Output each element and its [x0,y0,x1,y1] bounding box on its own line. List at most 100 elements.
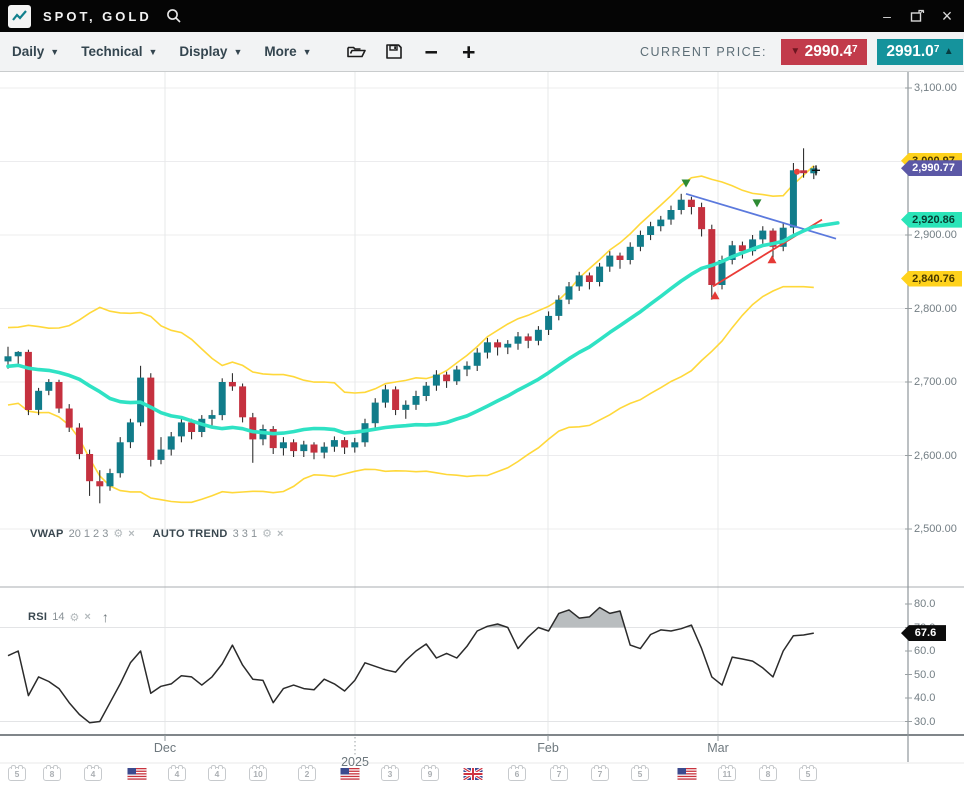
search-icon[interactable] [166,8,182,24]
price-chart-canvas[interactable] [0,0,964,788]
calendar-day-label: 7 [591,767,609,781]
time-axis-label-dec: Dec [154,741,176,755]
bid-price-badge: ▼ 2990.47 [781,39,867,65]
calendar-day-label: 9 [421,767,439,781]
calendar-event-icon[interactable]: 4 [168,767,186,781]
vwap-legend-params: 20 1 2 3 [69,528,109,540]
calendar-event-icon[interactable]: 3 [381,767,399,781]
rsi-tick-label: 30.0 [914,716,935,728]
calendar-day-label: 4 [168,767,186,781]
rsi-legend-name: RSI [28,611,47,623]
bid-price-value: 2990.4 [805,43,852,61]
gear-icon[interactable]: ⚙ [113,527,123,540]
rsi-value-badge: 67.6 [901,625,946,641]
menu-more-label: More [264,44,296,59]
price-tick-label: 3,100.00 [914,82,957,94]
calendar-day-label: 8 [759,767,777,781]
calendar-event-icon[interactable]: 6 [508,767,526,781]
chevron-down-icon: ▼ [50,47,59,57]
zoom-out-button[interactable]: − [425,42,438,62]
rsi-tick-label: 60.0 [914,645,935,657]
time-axis-label-feb: Feb [537,741,559,755]
rsi-tick-label: 40.0 [914,692,935,704]
calendar-day-label: 5 [8,767,26,781]
calendar-day-label: 10 [249,767,267,781]
ask-pip-digit: 7 [934,45,940,55]
uk-flag-icon[interactable] [464,767,483,785]
us-flag-icon[interactable] [341,767,360,785]
toolbar: Daily▼ Technical▼ Display▼ More▼ − + CUR… [0,32,964,72]
ask-price-value: 2991.0 [886,43,933,61]
calendar-event-icon[interactable]: 4 [84,767,102,781]
menu-display[interactable]: Display▼ [179,44,242,59]
calendar-day-label: 11 [718,767,736,781]
calendar-event-icon[interactable]: 8 [43,767,61,781]
us-flag-icon[interactable] [678,767,697,785]
candlesticks [5,148,818,503]
price-badge-284076: 2,840.76 [901,271,962,287]
price-badge-299077: 2,990.77 [901,160,962,176]
zoom-in-button[interactable]: + [462,42,475,62]
price-tick-label: 2,700.00 [914,376,957,388]
calendar-event-icon[interactable]: 9 [421,767,439,781]
autotrend-legend-params: 3 3 1 [233,528,257,540]
price-badge-292086: 2,920.86 [901,212,962,228]
sell-signal-icon [753,199,762,207]
calendar-event-icon[interactable]: 8 [759,767,777,781]
time-axis-label-mar: Mar [707,741,729,755]
us-flag-icon[interactable] [128,767,147,785]
current-price-label: CURRENT PRICE: [640,45,767,59]
calendar-day-label: 5 [631,767,649,781]
menu-more[interactable]: More▼ [264,44,311,59]
open-folder-icon[interactable] [346,43,367,60]
title-bar: SPOT, GOLD – × [0,0,964,32]
economic-events-row: 5 8 4 4 4 10 2 3 9 6 7 7 5 11 8 5 [0,765,964,788]
close-icon[interactable]: × [277,528,283,540]
price-tick-label: 2,500.00 [914,523,957,535]
menu-technical-label: Technical [81,44,142,59]
price-tick-label: 2,800.00 [914,303,957,315]
calendar-event-icon[interactable]: 10 [249,767,267,781]
calendar-day-label: 5 [799,767,817,781]
indicator-legend-rsi: RSI 14 ⚙ × ↑ [28,609,109,625]
indicator-legend-vwap: VWAP 20 1 2 3 ⚙ × AUTO TREND 3 3 1 ⚙ × [30,527,283,540]
rsi-tick-label: 80.0 [914,598,935,610]
price-tick-label: 2,600.00 [914,450,957,462]
calendar-event-icon[interactable]: 7 [591,767,609,781]
calendar-event-icon[interactable]: 5 [631,767,649,781]
calendar-event-icon[interactable]: 11 [718,767,736,781]
arrow-down-icon: ▼ [790,47,800,57]
autotrend-legend-name: AUTO TREND [153,528,228,540]
calendar-day-label: 6 [508,767,526,781]
buy-signal-icon [768,255,777,263]
move-pane-up-icon[interactable]: ↑ [102,609,109,625]
gear-icon[interactable]: ⚙ [262,527,272,540]
rsi-line [8,608,814,723]
rsi-legend-params: 14 [52,611,64,623]
close-icon[interactable]: × [84,611,90,623]
calendar-day-label: 4 [208,767,226,781]
instrument-title: SPOT, GOLD [43,9,152,24]
price-tick-label: 2,900.00 [914,229,957,241]
menu-timeframe-label: Daily [12,44,44,59]
menu-timeframe[interactable]: Daily ▼ [12,44,59,59]
calendar-event-icon[interactable]: 5 [799,767,817,781]
gear-icon[interactable]: ⚙ [70,611,80,624]
calendar-event-icon[interactable]: 5 [8,767,26,781]
calendar-event-icon[interactable]: 7 [550,767,568,781]
calendar-event-icon[interactable]: 4 [208,767,226,781]
calendar-day-label: 8 [43,767,61,781]
chevron-down-icon: ▼ [233,47,242,57]
restore-window-icon[interactable] [904,3,930,29]
rsi-tick-label: 50.0 [914,669,935,681]
calendar-day-label: 7 [550,767,568,781]
close-icon[interactable]: × [128,528,134,540]
menu-technical[interactable]: Technical▼ [81,44,157,59]
save-icon[interactable] [385,43,403,60]
close-button[interactable]: × [934,3,960,29]
bollinger-bands [8,166,814,503]
calendar-event-icon[interactable]: 2 [298,767,316,781]
vwap-legend-name: VWAP [30,528,64,540]
minimize-button[interactable]: – [874,3,900,29]
signal-dot-icon [794,169,800,175]
